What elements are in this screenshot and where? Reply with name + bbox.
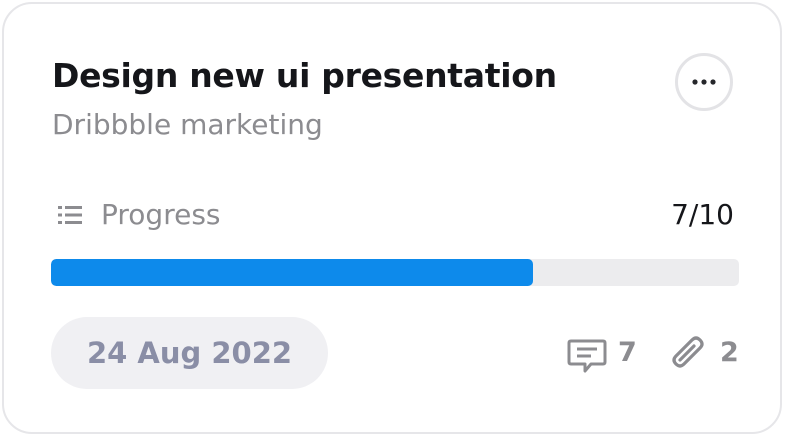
ellipsis-icon (692, 79, 716, 85)
task-title: Design new ui presentation (52, 56, 557, 95)
list-icon (58, 206, 82, 224)
task-card[interactable]: Design new ui presentation Dribbble mark… (2, 2, 782, 434)
attachment-count: 2 (720, 337, 739, 368)
more-options-button[interactable] (675, 53, 733, 111)
progress-fill (51, 259, 533, 286)
paperclip-icon[interactable] (668, 336, 708, 376)
comment-count: 7 (618, 337, 637, 368)
progress-track (51, 259, 739, 286)
comment-icon[interactable] (567, 338, 607, 374)
due-date-text: 24 Aug 2022 (86, 336, 293, 370)
due-date-badge[interactable]: 24 Aug 2022 (51, 317, 328, 389)
progress-count: 7/10 (671, 198, 734, 231)
task-subtitle: Dribbble marketing (52, 108, 323, 141)
progress-label: Progress (101, 198, 221, 231)
